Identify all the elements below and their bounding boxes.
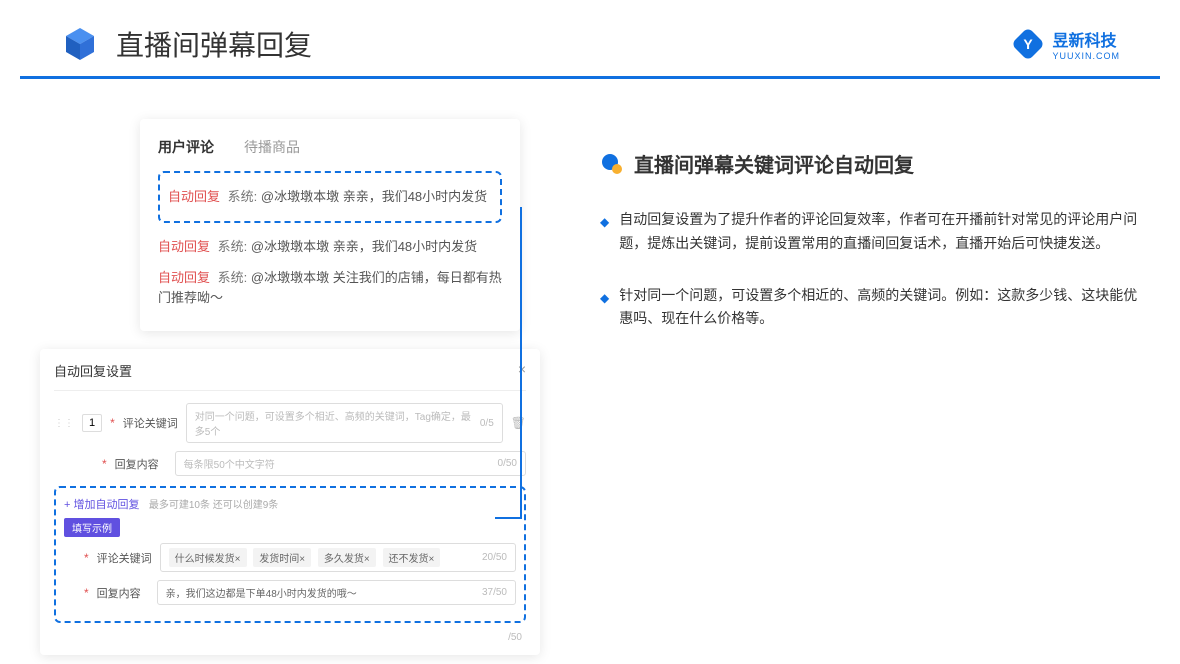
comment-item: 自动回复 系统: @冰墩墩本墩 亲亲，我们48小时内发货	[158, 231, 502, 263]
rule-number: 1	[82, 414, 102, 432]
brand-name: 昱新科技	[1052, 27, 1120, 51]
system-label: 系统:	[228, 189, 258, 204]
comments-card: 用户评论 待播商品 自动回复 系统: @冰墩墩本墩 亲亲，我们48小时内发货 自…	[140, 119, 520, 331]
keyword-input[interactable]: 对同一个问题，可设置多个相近、高频的关键词，Tag确定，最多5个 0/5	[186, 403, 503, 443]
bullet-text: 自动回复设置为了提升作者的评论回复效率，作者可在开播前针对常见的评论用户问题，提…	[619, 208, 1140, 256]
keyword-tag[interactable]: 多久发货×	[318, 548, 376, 567]
list-item: ◆ 自动回复设置为了提升作者的评论回复效率，作者可在开播前针对常见的评论用户问题…	[600, 208, 1140, 256]
example-section: + 增加自动回复 最多可建10条 还可以创建9条 填写示例 * 评论关键词 什么…	[54, 486, 526, 623]
required-star: *	[110, 416, 115, 430]
left-column: 用户评论 待播商品 自动回复 系统: @冰墩墩本墩 亲亲，我们48小时内发货 自…	[40, 119, 560, 359]
modal-title: 自动回复设置	[54, 361, 132, 380]
bullet-list: ◆ 自动回复设置为了提升作者的评论回复效率，作者可在开播前针对常见的评论用户问题…	[600, 208, 1140, 331]
section-header: 直播间弹幕关键词评论自动回复	[600, 149, 1140, 178]
tabs-row: 用户评论 待播商品	[158, 137, 502, 157]
brand-logo-icon: Y	[1012, 28, 1044, 60]
content-label: 回复内容	[115, 456, 167, 472]
close-icon[interactable]: ×	[518, 361, 526, 380]
example-content-row: * 回复内容 亲，我们这边都是下单48小时内发货的哦～ 37/50	[64, 580, 516, 605]
content-input[interactable]: 每条限50个中文字符 0/50	[175, 451, 526, 476]
char-count: 0/50	[498, 458, 517, 469]
highlighted-comment: 自动回复 系统: @冰墩墩本墩 亲亲，我们48小时内发货	[158, 171, 502, 223]
diamond-icon: ◆	[600, 212, 609, 256]
keyword-row: ⋮⋮ 1 * 评论关键词 对同一个问题，可设置多个相近、高频的关键词，Tag确定…	[54, 403, 526, 443]
drag-handle-icon[interactable]: ⋮⋮	[54, 418, 74, 429]
list-item: ◆ 针对同一个问题，可设置多个相近的、高频的关键词。例如：这款多少钱、这块能优惠…	[600, 284, 1140, 332]
auto-reply-label: 自动回复	[168, 189, 220, 204]
system-label: 系统:	[218, 239, 248, 254]
content-label: 回复内容	[97, 585, 149, 601]
system-label: 系统:	[218, 270, 248, 285]
comment-text: @冰墩墩本墩 亲亲，我们48小时内发货	[251, 239, 477, 254]
tab-pending-goods[interactable]: 待播商品	[244, 137, 300, 157]
cube-icon	[60, 24, 100, 64]
section-title: 直播间弹幕关键词评论自动回复	[634, 149, 914, 178]
keyword-tag[interactable]: 什么时候发货×	[169, 548, 247, 567]
comment-item: 自动回复 系统: @冰墩墩本墩 关注我们的店铺，每日都有热门推荐呦～	[158, 262, 502, 313]
add-hint: 最多可建10条 还可以创建9条	[149, 500, 278, 511]
comment-item: 自动回复 系统: @冰墩墩本墩 亲亲，我们48小时内发货	[168, 181, 492, 213]
add-rule-link[interactable]: + 增加自动回复	[64, 499, 139, 511]
char-count: 20/50	[482, 552, 507, 563]
keyword-tag[interactable]: 发货时间×	[253, 548, 311, 567]
example-content-text: 亲，我们这边都是下单48小时内发货的哦～	[166, 585, 357, 600]
footer-count: /50	[508, 632, 522, 643]
required-star: *	[84, 551, 89, 565]
example-keyword-row: * 评论关键词 什么时候发货× 发货时间× 多久发货× 还不发货× 20/50	[64, 543, 516, 572]
svg-text:Y: Y	[1024, 36, 1034, 52]
example-keyword-input: 什么时候发货× 发货时间× 多久发货× 还不发货× 20/50	[160, 543, 516, 572]
example-badge: 填写示例	[64, 518, 120, 537]
required-star: *	[102, 457, 107, 471]
char-count: 0/5	[480, 418, 494, 429]
placeholder-text: 对同一个问题，可设置多个相近、高频的关键词，Tag确定，最多5个	[195, 408, 480, 438]
comment-text: @冰墩墩本墩 亲亲，我们48小时内发货	[261, 189, 487, 204]
auto-reply-label: 自动回复	[158, 239, 210, 254]
brand-subtitle: YUUXIN.COM	[1052, 51, 1120, 61]
required-star: *	[84, 586, 89, 600]
content-row: * 回复内容 每条限50个中文字符 0/50	[54, 451, 526, 476]
char-count: 37/50	[482, 587, 507, 598]
keyword-label: 评论关键词	[97, 550, 152, 566]
tab-user-comments[interactable]: 用户评论	[158, 137, 214, 157]
right-column: 直播间弹幕关键词评论自动回复 ◆ 自动回复设置为了提升作者的评论回复效率，作者可…	[600, 119, 1140, 359]
auto-reply-label: 自动回复	[158, 270, 210, 285]
chat-bubble-icon	[600, 152, 624, 176]
keyword-label: 评论关键词	[123, 415, 178, 431]
keyword-tag[interactable]: 还不发货×	[383, 548, 441, 567]
settings-modal: 自动回复设置 × ⋮⋮ 1 * 评论关键词 对同一个问题，可设置多个相近、高频的…	[40, 349, 540, 655]
modal-header: 自动回复设置 ×	[54, 361, 526, 391]
brand-block: Y 昱新科技 YUUXIN.COM	[1012, 27, 1120, 61]
example-content-input: 亲，我们这边都是下单48小时内发货的哦～ 37/50	[157, 580, 516, 605]
diamond-icon: ◆	[600, 288, 609, 332]
content-area: 用户评论 待播商品 自动回复 系统: @冰墩墩本墩 亲亲，我们48小时内发货 自…	[0, 79, 1180, 399]
bullet-text: 针对同一个问题，可设置多个相近的、高频的关键词。例如：这款多少钱、这块能优惠吗、…	[619, 284, 1140, 332]
placeholder-text: 每条限50个中文字符	[184, 456, 275, 471]
page-title: 直播间弹幕回复	[116, 24, 1012, 64]
delete-icon[interactable]: 🗑	[511, 416, 526, 430]
page-header: 直播间弹幕回复 Y 昱新科技 YUUXIN.COM	[20, 0, 1160, 79]
